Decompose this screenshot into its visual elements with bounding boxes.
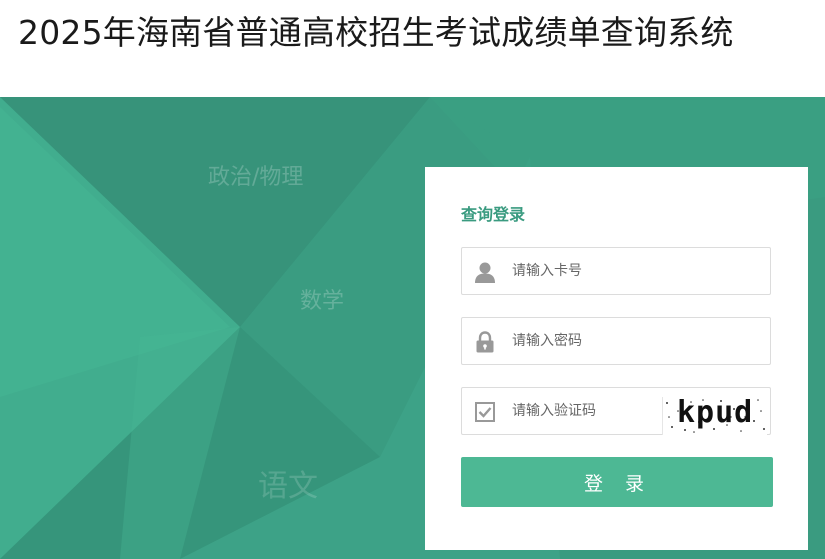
checkbox-icon bbox=[474, 401, 496, 423]
login-title: 查询登录 bbox=[461, 205, 526, 224]
captcha-field: kpud bbox=[461, 387, 771, 435]
page-title: 2025年海南省普通高校招生考试成绩单查询系统 bbox=[18, 13, 734, 52]
subject-label: 语文 bbox=[258, 469, 318, 504]
login-panel: 查询登录 请输入卡号 请输入验证码 kpud 登 录 bbox=[425, 167, 808, 550]
captcha-image[interactable]: kpud bbox=[662, 397, 767, 435]
password-field bbox=[461, 317, 771, 365]
captcha-text: kpud bbox=[677, 397, 754, 430]
user-icon bbox=[474, 261, 496, 283]
password-input[interactable] bbox=[512, 326, 752, 356]
subject-label: 政治/物理 bbox=[208, 165, 304, 190]
card-number-field bbox=[461, 247, 771, 295]
site-header: 2025年海南省普通高校招生考试成绩单查询系统 bbox=[0, 0, 825, 97]
login-button[interactable]: 登 录 bbox=[461, 457, 773, 507]
subject-label: 数学 bbox=[300, 289, 345, 314]
captcha-input[interactable] bbox=[512, 396, 652, 426]
lock-icon bbox=[474, 331, 496, 353]
card-number-input[interactable] bbox=[512, 256, 752, 286]
